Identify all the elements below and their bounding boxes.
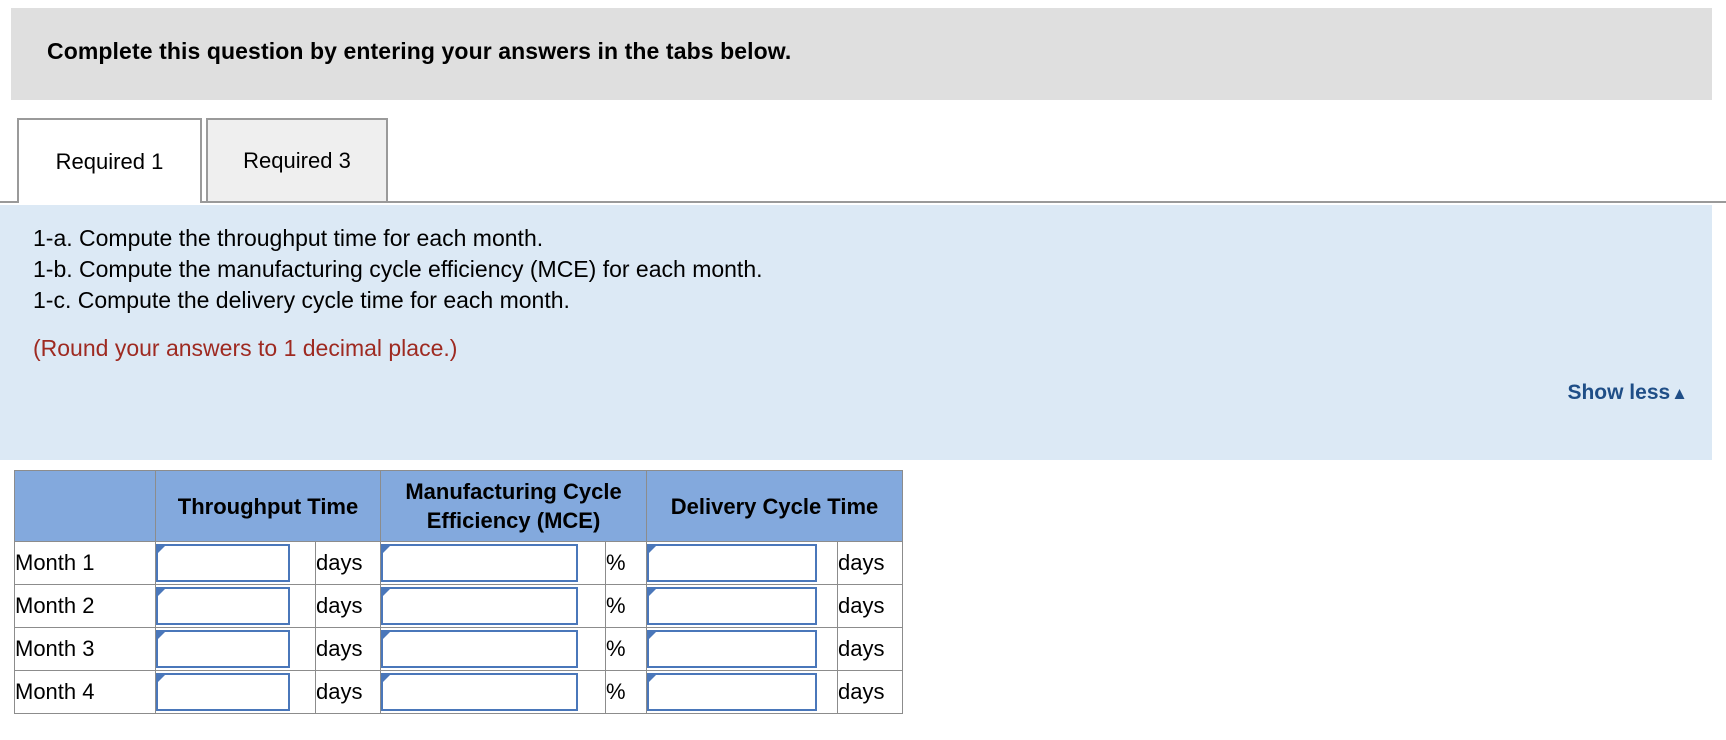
cell-mce-month-4 <box>380 670 606 714</box>
rounding-note: (Round your answers to 1 decimal place.) <box>33 335 458 361</box>
instruction-line-1c: 1-c. Compute the delivery cycle time for… <box>33 287 570 313</box>
header-blank <box>14 470 156 542</box>
cell-mce-month-3 <box>380 627 606 671</box>
unit-percent-mce-month-4: % <box>605 670 647 714</box>
unit-percent-mce-month-2: % <box>605 584 647 628</box>
cell-mce-month-1 <box>380 541 606 585</box>
tab-required-1[interactable]: Required 1 <box>17 118 202 203</box>
tab-required-3[interactable]: Required 3 <box>206 118 388 203</box>
cell-delivery-cycle-time-month-3 <box>646 627 838 671</box>
caret-up-icon: ▲ <box>1671 384 1688 403</box>
header-mce: Manufacturing Cycle Efficiency (MCE) <box>380 470 647 542</box>
question-banner: Complete this question by entering your … <box>11 8 1712 100</box>
header-mce-line-1: Manufacturing Cycle <box>405 479 622 504</box>
answer-table: Throughput Time Manufacturing Cycle Effi… <box>14 470 903 714</box>
header-delivery-cycle-time: Delivery Cycle Time <box>646 470 903 542</box>
row-label-month-2: Month 2 <box>14 584 156 628</box>
unit-days-delivery-month-1: days <box>837 541 903 585</box>
answer-table-head: Throughput Time Manufacturing Cycle Effi… <box>14 470 903 542</box>
unit-days-throughput-month-4: days <box>315 670 381 714</box>
cell-mce-month-2 <box>380 584 606 628</box>
unit-days-delivery-month-4: days <box>837 670 903 714</box>
input-throughput-time-month-3[interactable] <box>156 630 290 668</box>
show-less-link[interactable]: Show less▲ <box>1567 381 1688 405</box>
cell-throughput-time-month-2 <box>155 584 316 628</box>
unit-days-throughput-month-3: days <box>315 627 381 671</box>
row-label-month-3: Month 3 <box>14 627 156 671</box>
header-mce-line-2: Efficiency (MCE) <box>426 508 601 533</box>
answer-table-body: Month 1 days % days Month 2 days % days … <box>14 541 903 714</box>
unit-days-throughput-month-2: days <box>315 584 381 628</box>
input-delivery-cycle-time-month-1[interactable] <box>647 544 817 582</box>
cell-throughput-time-month-3 <box>155 627 316 671</box>
input-delivery-cycle-time-month-4[interactable] <box>647 673 817 711</box>
unit-percent-mce-month-3: % <box>605 627 647 671</box>
table-header-row: Throughput Time Manufacturing Cycle Effi… <box>14 470 903 542</box>
row-label-month-1: Month 1 <box>14 541 156 585</box>
table-row: Month 3 days % days <box>14 627 903 671</box>
input-delivery-cycle-time-month-3[interactable] <box>647 630 817 668</box>
cell-delivery-cycle-time-month-2 <box>646 584 838 628</box>
input-throughput-time-month-2[interactable] <box>156 587 290 625</box>
row-label-month-4: Month 4 <box>14 670 156 714</box>
instruction-line-1a: 1-a. Compute the throughput time for eac… <box>33 225 544 251</box>
show-less-label: Show less <box>1567 381 1671 404</box>
input-throughput-time-month-4[interactable] <box>156 673 290 711</box>
cell-delivery-cycle-time-month-4 <box>646 670 838 714</box>
unit-days-delivery-month-2: days <box>837 584 903 628</box>
input-mce-month-1[interactable] <box>381 544 578 582</box>
table-row: Month 2 days % days <box>14 584 903 628</box>
instruction-list: 1-a. Compute the throughput time for eac… <box>33 223 763 316</box>
banner-instruction-text: Complete this question by entering your … <box>47 38 792 64</box>
answer-table-container: Throughput Time Manufacturing Cycle Effi… <box>14 470 944 714</box>
input-delivery-cycle-time-month-2[interactable] <box>647 587 817 625</box>
unit-days-delivery-month-3: days <box>837 627 903 671</box>
cell-delivery-cycle-time-month-1 <box>646 541 838 585</box>
cell-throughput-time-month-4 <box>155 670 316 714</box>
input-mce-month-4[interactable] <box>381 673 578 711</box>
tab-required-3-label: Required 3 <box>243 147 351 173</box>
tab-strip: Required 1 Required 3 <box>0 118 1726 203</box>
input-mce-month-3[interactable] <box>381 630 578 668</box>
input-throughput-time-month-1[interactable] <box>156 544 290 582</box>
unit-days-throughput-month-1: days <box>315 541 381 585</box>
instruction-panel: 1-a. Compute the throughput time for eac… <box>0 205 1712 460</box>
unit-percent-mce-month-1: % <box>605 541 647 585</box>
cell-throughput-time-month-1 <box>155 541 316 585</box>
table-row: Month 4 days % days <box>14 670 903 714</box>
input-mce-month-2[interactable] <box>381 587 578 625</box>
instruction-line-1b: 1-b. Compute the manufacturing cycle eff… <box>33 256 763 282</box>
tab-required-1-label: Required 1 <box>55 148 164 174</box>
table-row: Month 1 days % days <box>14 541 903 585</box>
header-throughput-time: Throughput Time <box>155 470 381 542</box>
